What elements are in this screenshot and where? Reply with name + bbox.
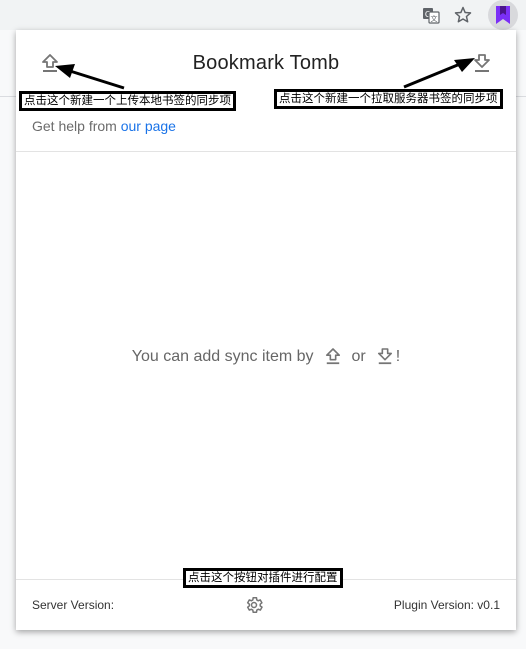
gear-icon bbox=[246, 597, 263, 613]
upload-annotation: 点击这个新建一个上传本地书签的同步项 bbox=[19, 91, 236, 111]
empty-text-before: You can add sync item by bbox=[131, 348, 314, 365]
server-version: Server Version: bbox=[32, 598, 115, 612]
download-icon bbox=[374, 346, 396, 368]
upload-icon bbox=[322, 346, 344, 368]
help-prefix: Get help from bbox=[32, 118, 121, 134]
popup-title: Bookmark Tomb bbox=[192, 52, 340, 74]
empty-state-message: You can add sync item by or ! bbox=[16, 346, 516, 368]
plugin-version: Plugin Version: v0.1 bbox=[393, 598, 500, 612]
empty-text-after: ! bbox=[395, 348, 401, 365]
download-sync-button[interactable] bbox=[470, 52, 494, 76]
help-link[interactable]: our page bbox=[121, 118, 176, 134]
download-annotation: 点击这个新建一个拉取服务器书签的同步项 bbox=[274, 89, 503, 109]
settings-annotation: 点击这个按钮对插件进行配置 bbox=[183, 568, 343, 588]
extension-popup: Bookmark Tomb Get help from our page You… bbox=[16, 30, 516, 630]
popup-header: Bookmark Tomb bbox=[16, 30, 516, 98]
browser-toolbar: G 文 bbox=[0, 0, 526, 30]
svg-text:文: 文 bbox=[431, 14, 438, 23]
download-icon bbox=[474, 54, 490, 72]
empty-text-middle: or bbox=[351, 348, 366, 365]
star-icon[interactable] bbox=[451, 3, 475, 27]
bookmark-extension-icon[interactable] bbox=[488, 0, 518, 30]
translate-icon[interactable]: G 文 bbox=[419, 3, 443, 27]
settings-button[interactable] bbox=[242, 593, 266, 617]
help-row: Get help from our page bbox=[32, 118, 176, 134]
divider bbox=[16, 151, 516, 152]
